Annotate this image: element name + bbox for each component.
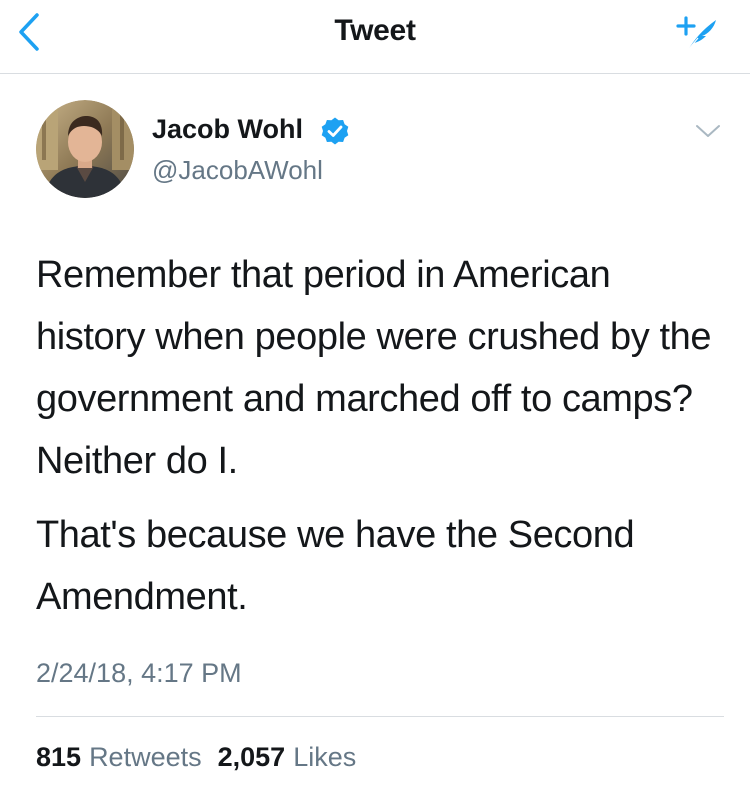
verified-badge-icon [321,117,349,145]
profile-photo [36,100,134,198]
retweets-label: Retweets [89,742,202,772]
likes-label: Likes [293,742,357,772]
author-handle[interactable]: @JacobAWohl [152,155,323,186]
tweet-timestamp: 2/24/18, 4:17 PM [36,658,242,688]
tweet-text: Remember that period in American history… [36,244,726,628]
page-title: Tweet [334,14,416,47]
compose-button[interactable] [664,6,724,56]
chevron-down-icon[interactable] [694,122,722,140]
author-name[interactable]: Jacob Wohl [152,114,303,145]
tweet-stats: 815 Retweets 2,057 Likes [36,742,356,773]
likes-stat[interactable]: 2,057 Likes [218,742,357,773]
retweets-count: 815 [36,742,82,772]
navigation-bar: Tweet [0,0,750,74]
avatar[interactable] [36,100,134,198]
tweet-paragraph: That's because we have the Second Amendm… [36,514,635,618]
likes-count: 2,057 [217,742,286,772]
tweet-detail-screen: Tweet Jacob Wohl @JacobAWohl Remember th… [0,0,750,792]
divider [36,716,724,717]
retweets-stat[interactable]: 815 Retweets [36,742,202,773]
compose-tweet-icon [676,16,716,51]
tweet-paragraph: Remember that period in American history… [36,254,712,482]
